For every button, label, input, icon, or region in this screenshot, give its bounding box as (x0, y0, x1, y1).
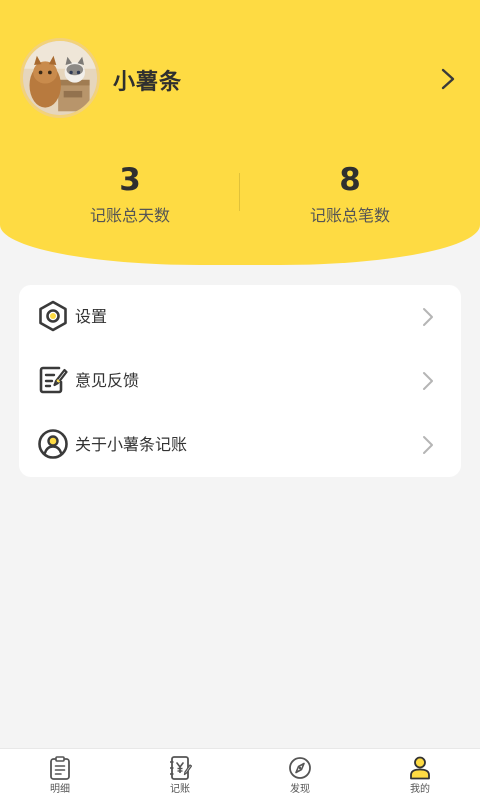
chevron-right-icon (423, 436, 433, 454)
stat-total-days: 3 记账总天数 (10, 160, 250, 226)
nav-tab-discover[interactable]: 发现 (240, 749, 360, 800)
nav-label-bookkeeping: 记账 (170, 784, 190, 795)
chevron-right-icon (423, 372, 433, 390)
stat-total-entries: 8 记账总笔数 (230, 160, 470, 226)
stat-entries-value: 8 (339, 162, 361, 198)
nav-label-discover: 发现 (290, 784, 310, 795)
person-icon (410, 756, 430, 780)
stat-entries-label: 记账总笔数 (309, 206, 390, 225)
stat-days-label: 记账总天数 (89, 206, 170, 225)
nav-label-details: 明细 (50, 784, 70, 795)
avatar[interactable] (20, 38, 100, 118)
nav-tab-details[interactable]: 明细 (0, 749, 120, 800)
username: 小薯条 (113, 70, 183, 95)
bottom-nav: 明细 记账 发现 我的 (0, 748, 480, 800)
clipboard-list-icon (50, 756, 70, 780)
profile-header: 小薯条 3 记账总天数 8 记账总笔数 (0, 0, 480, 265)
stats-row: 3 记账总天数 8 记账总笔数 (0, 160, 480, 230)
profile-row[interactable]: 小薯条 (0, 0, 480, 160)
menu-label-feedback: 意见反馈 (75, 371, 140, 390)
menu-item-settings[interactable]: 设置 (19, 285, 461, 349)
ledger-yen-icon (170, 756, 192, 780)
compass-icon (289, 757, 311, 779)
menu-item-about[interactable]: 关于小薯条记账 (19, 413, 461, 477)
user-circle-icon (38, 429, 68, 459)
nav-label-mine: 我的 (410, 784, 430, 795)
menu-label-about: 关于小薯条记账 (75, 435, 188, 454)
menu-label-settings: 设置 (75, 307, 108, 326)
nav-tab-mine[interactable]: 我的 (360, 749, 480, 800)
feedback-edit-icon (39, 366, 68, 394)
chevron-right-icon (423, 308, 433, 326)
nav-tab-bookkeeping[interactable]: 记账 (120, 749, 240, 800)
chevron-right-icon[interactable] (438, 67, 458, 91)
menu-item-feedback[interactable]: 意见反馈 (19, 349, 461, 413)
menu-card: 设置 意见反馈 关于小薯条记账 (19, 285, 461, 477)
avatar-cats-photo (23, 41, 97, 115)
settings-hexagon-icon (39, 300, 67, 332)
stat-days-value: 3 (119, 162, 141, 198)
profile-screen: 小薯条 3 记账总天数 8 记账总笔数 设置 意见反馈 关于小薯条记账 明细 记… (0, 0, 480, 800)
